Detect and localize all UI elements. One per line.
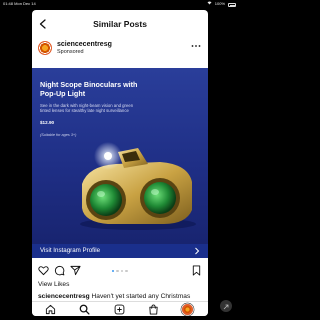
top-header: Similar Posts bbox=[32, 10, 208, 38]
shop-icon[interactable] bbox=[148, 304, 159, 315]
status-time: 01:48 bbox=[3, 1, 14, 6]
status-time-date: 01:48 Mon Dec 14 bbox=[3, 0, 36, 8]
visit-profile-button[interactable]: Visit Instagram Profile bbox=[32, 244, 208, 258]
status-bar: 01:48 Mon Dec 14 100% bbox=[0, 0, 240, 8]
status-date: Mon Dec 14 bbox=[14, 1, 36, 6]
app-screen: Similar Posts sciencecentresg Sponsored … bbox=[32, 10, 208, 316]
ad-image[interactable]: Night Scope Binoculars with Pop-Up Light… bbox=[32, 68, 208, 244]
carousel-dot bbox=[120, 270, 124, 273]
search-icon[interactable] bbox=[79, 304, 90, 315]
post-username[interactable]: sciencecentresg bbox=[57, 41, 112, 48]
share-icon[interactable] bbox=[70, 265, 81, 276]
home-icon[interactable] bbox=[45, 304, 56, 315]
carousel-indicator bbox=[112, 270, 128, 273]
carousel-dot bbox=[125, 270, 128, 273]
page-title: Similar Posts bbox=[93, 19, 147, 29]
profile-avatar-tab[interactable] bbox=[182, 304, 193, 315]
wifi-icon bbox=[207, 0, 212, 8]
avatar[interactable] bbox=[38, 41, 52, 55]
chevron-right-icon bbox=[195, 247, 200, 255]
view-likes-link[interactable]: View Likes bbox=[38, 281, 69, 288]
ad-description: See in the dark with night-beam vision a… bbox=[40, 103, 134, 114]
post-caption: sciencecentresg Haven't yet started any … bbox=[38, 293, 208, 300]
post-header: sciencecentresg Sponsored bbox=[32, 38, 208, 68]
ad-age-note: (Suitable for ages 3+) bbox=[40, 133, 77, 137]
carousel-dot bbox=[116, 270, 119, 273]
battery-level: 100% bbox=[214, 1, 225, 6]
comment-icon[interactable] bbox=[54, 265, 65, 276]
more-options-icon[interactable] bbox=[191, 44, 201, 48]
post-actions bbox=[32, 263, 208, 277]
new-post-icon[interactable] bbox=[114, 304, 125, 315]
carousel-dot bbox=[112, 270, 115, 273]
visit-profile-label: Visit Instagram Profile bbox=[40, 247, 101, 254]
bookmark-icon[interactable] bbox=[191, 265, 202, 276]
assistive-touch-button[interactable] bbox=[220, 300, 232, 312]
status-right: 100% bbox=[207, 0, 236, 8]
ad-price: $12.90 bbox=[40, 120, 55, 125]
caption-text: Haven't yet started any Christmas bbox=[91, 293, 191, 300]
expand-icon bbox=[223, 304, 229, 310]
heart-icon[interactable] bbox=[38, 265, 49, 276]
battery-icon bbox=[228, 3, 236, 7]
caption-username[interactable]: sciencecentresg bbox=[38, 293, 90, 300]
bottom-tab-bar bbox=[32, 301, 208, 316]
ad-title: Night Scope Binoculars with Pop-Up Light bbox=[40, 80, 138, 98]
sponsored-label: Sponsored bbox=[57, 49, 84, 55]
binoculars-product-image bbox=[80, 142, 196, 230]
